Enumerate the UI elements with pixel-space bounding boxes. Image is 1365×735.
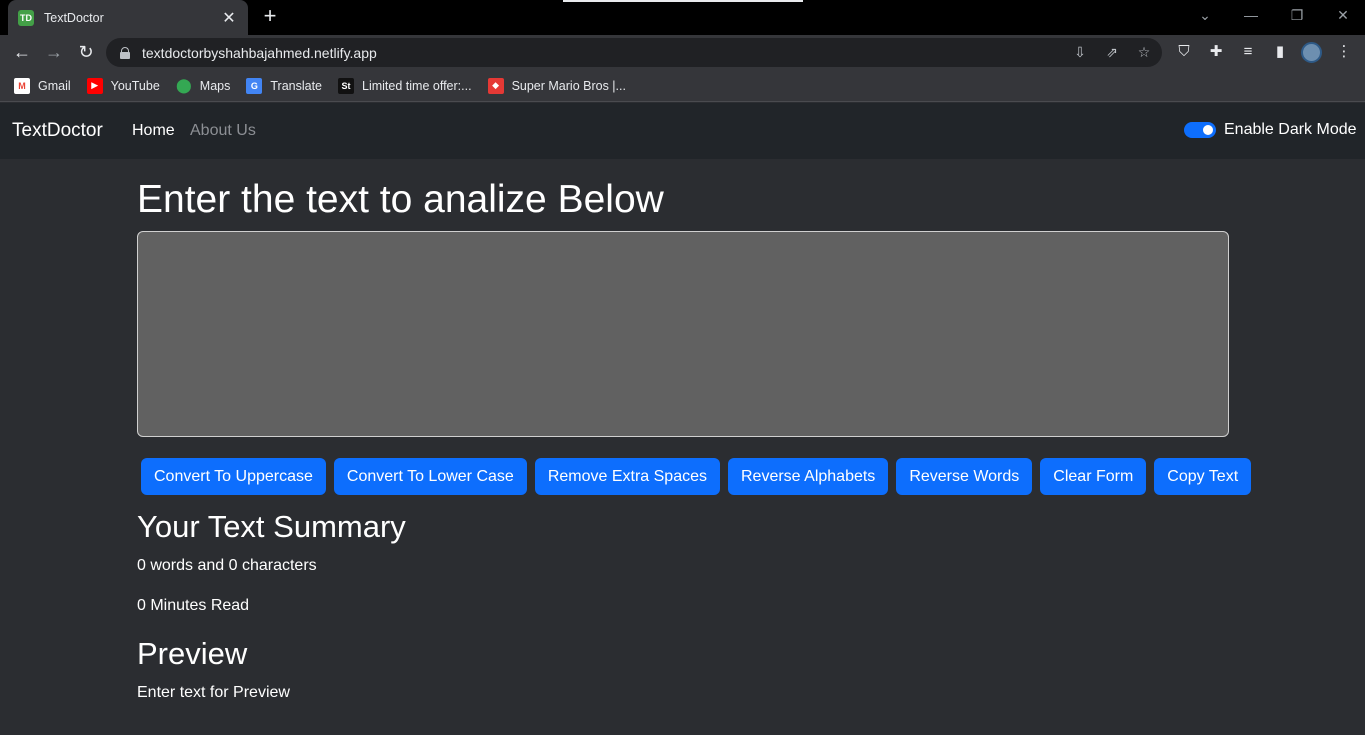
browser-tab[interactable]: TD TextDoctor ✕ xyxy=(8,0,248,35)
gmail-icon: M xyxy=(14,77,30,94)
shield-extension-icon[interactable]: ⛉ xyxy=(1171,39,1197,65)
media-queue-icon[interactable]: ≡ xyxy=(1235,39,1261,65)
youtube-icon: ▶ xyxy=(86,77,103,94)
address-bar[interactable]: textdoctorbyshahbajahmed.netlify.app ⇩ ⇗… xyxy=(106,38,1162,67)
bookmark-label: Translate xyxy=(270,78,323,93)
nav-link-home[interactable]: Home xyxy=(132,122,175,140)
share-icon[interactable]: ⇗ xyxy=(1099,38,1125,67)
navbar-brand[interactable]: TextDoctor xyxy=(12,120,103,142)
restore-button[interactable]: ❐ xyxy=(1283,4,1311,26)
tab-strip-indicator xyxy=(563,0,803,2)
url-text[interactable]: textdoctorbyshahbajahmed.netlify.app xyxy=(142,45,377,61)
extensions-icon[interactable]: ✚ xyxy=(1203,39,1229,65)
new-tab-button[interactable]: + xyxy=(259,5,281,29)
dark-mode-toggle[interactable] xyxy=(1184,122,1216,138)
bookmark-maps[interactable]: ⬤ Maps xyxy=(175,77,231,94)
bookmark-label: Limited time offer:... xyxy=(362,78,472,93)
copy-text-button[interactable]: Copy Text xyxy=(1154,458,1252,495)
bookmark-translate[interactable]: G Translate xyxy=(246,77,323,94)
bookmark-label: Super Mario Bros |... xyxy=(511,78,626,93)
forward-button[interactable]: → xyxy=(41,39,67,65)
summary-heading: Your Text Summary xyxy=(137,509,406,544)
text-input-area[interactable] xyxy=(137,231,1229,437)
tab-title: TextDoctor xyxy=(44,10,104,25)
convert-uppercase-button[interactable]: Convert To Uppercase xyxy=(141,458,326,495)
bookmark-label: Gmail xyxy=(38,78,71,93)
page-heading: Enter the text to analize Below xyxy=(137,178,664,221)
translate-icon: G xyxy=(246,77,263,94)
tab-search-icon[interactable]: ⌄ xyxy=(1191,4,1219,26)
minimize-button[interactable]: — xyxy=(1237,4,1265,26)
action-buttons: Convert To Uppercase Convert To Lower Ca… xyxy=(141,458,1259,495)
back-button[interactable]: ← xyxy=(9,39,35,65)
bookmark-star-icon[interactable]: ☆ xyxy=(1131,38,1157,67)
bookmarks-bar: M Gmail ▶ YouTube ⬤ Maps G Translate St … xyxy=(0,70,1365,102)
convert-lowercase-button[interactable]: Convert To Lower Case xyxy=(333,458,527,495)
bookmark-label: Maps xyxy=(199,78,231,93)
install-icon[interactable]: ⇩ xyxy=(1067,38,1093,67)
browser-tab-strip: TD TextDoctor ✕ + ⌄ — ❐ ✕ xyxy=(0,0,1365,35)
preview-heading: Preview xyxy=(137,636,248,671)
bookmark-youtube[interactable]: ▶ YouTube xyxy=(86,77,160,94)
bookmark-label: YouTube xyxy=(110,78,160,93)
clear-form-button[interactable]: Clear Form xyxy=(1040,458,1147,495)
reload-button[interactable]: ↻ xyxy=(73,39,99,65)
reverse-words-button[interactable]: Reverse Words xyxy=(896,458,1033,495)
nav-link-about-us[interactable]: About Us xyxy=(190,122,256,140)
remove-extra-spaces-button[interactable]: Remove Extra Spaces xyxy=(534,458,720,495)
app-navbar: TextDoctor Home About Us Enable Dark Mod… xyxy=(0,103,1365,159)
mario-icon: ◆ xyxy=(487,77,504,94)
dark-mode-label[interactable]: Enable Dark Mode xyxy=(1224,121,1357,139)
lock-icon[interactable] xyxy=(120,46,130,59)
favicon-icon: TD xyxy=(18,9,34,26)
word-char-count: 0 words and 0 characters xyxy=(137,557,317,574)
side-panel-icon[interactable]: ▮ xyxy=(1267,39,1293,65)
bookmark-super-mario[interactable]: ◆ Super Mario Bros |... xyxy=(487,77,626,94)
close-tab-icon[interactable]: ✕ xyxy=(220,8,238,28)
bookmark-limited-offer[interactable]: St Limited time offer:... xyxy=(338,77,472,94)
browser-toolbar: ← → ↻ textdoctorbyshahbajahmed.netlify.a… xyxy=(0,35,1365,70)
maps-icon: ⬤ xyxy=(175,77,192,93)
read-time: 0 Minutes Read xyxy=(137,597,250,614)
profile-avatar[interactable] xyxy=(1301,42,1322,63)
reverse-alphabets-button[interactable]: Reverse Alphabets xyxy=(728,458,889,495)
preview-text: Enter text for Preview xyxy=(137,684,290,701)
bookmark-gmail[interactable]: M Gmail xyxy=(14,77,71,94)
menu-kebab-icon[interactable]: ⋮ xyxy=(1331,39,1357,65)
st-icon: St xyxy=(338,77,355,94)
close-window-button[interactable]: ✕ xyxy=(1329,4,1357,26)
